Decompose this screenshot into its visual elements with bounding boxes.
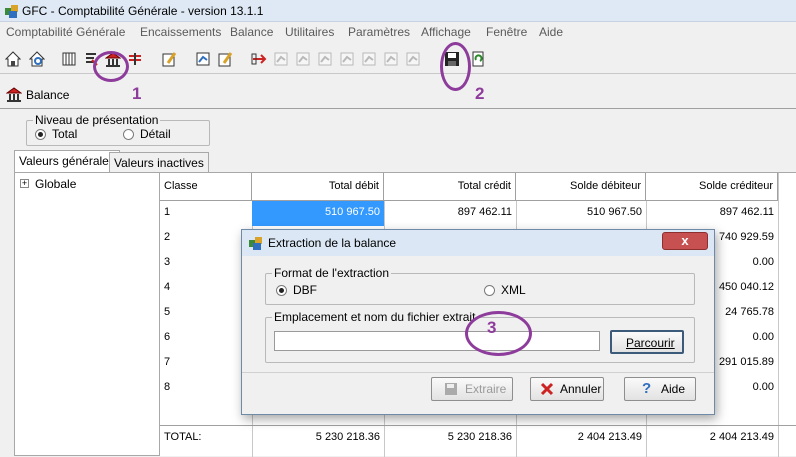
total-row-total-credit: 5 230 218.36	[447, 431, 512, 443]
menu-aide[interactable]: Aide	[539, 25, 563, 39]
menu-encaissements[interactable]: Encaissements	[140, 25, 221, 39]
report-2-icon[interactable]	[292, 48, 314, 70]
column-header-total-debit[interactable]: Total débit	[252, 173, 384, 201]
column-header-classe[interactable]: Classe	[160, 173, 252, 201]
annotation-circle-2	[440, 42, 471, 91]
presentation-level-group: Niveau de présentation Total Détail	[26, 113, 210, 146]
table-row-1-classe[interactable]: 1	[160, 201, 252, 226]
total-radio[interactable]	[35, 129, 46, 140]
annotation-circle-3	[465, 311, 532, 356]
table-row-1-solde-crediteur[interactable]: 897 462.11	[646, 201, 778, 226]
total-row-solde-debiteur: 2 404 213.49	[577, 431, 642, 443]
file-path-input[interactable]	[274, 331, 600, 351]
cancel-button[interactable]: Annuler	[530, 377, 604, 401]
dialog-title-bar: Extraction de la balance x	[242, 230, 714, 256]
menu-fenetre[interactable]: Fenêtre	[486, 25, 527, 39]
dbf-radio[interactable]	[276, 285, 287, 296]
total-radio-label: Total	[52, 127, 78, 141]
table-row-1-solde-debiteur[interactable]: 510 967.50	[516, 201, 646, 226]
column-header-solde-debiteur[interactable]: Solde débiteur	[516, 173, 646, 201]
table-row-8-classe[interactable]: 8	[160, 376, 252, 401]
format-group-title: Format de l'extraction	[272, 266, 392, 280]
browse-button[interactable]: Parcourir	[610, 330, 684, 354]
report-icon[interactable]	[192, 48, 214, 70]
menu-balance[interactable]: Balance	[230, 25, 273, 39]
journal-icon[interactable]	[58, 48, 80, 70]
divider	[0, 108, 796, 109]
total-row-solde-crediteur: 2 404 213.49	[709, 431, 774, 443]
path-group-title: Emplacement et nom du fichier extrait	[272, 310, 478, 324]
menu-affichage[interactable]: Affichage	[421, 25, 471, 39]
table-row-7-classe[interactable]: 7	[160, 351, 252, 376]
dialog-app-icon	[248, 235, 264, 254]
report-5-icon[interactable]	[358, 48, 380, 70]
save-icon	[444, 382, 458, 399]
report-3-icon[interactable]	[314, 48, 336, 70]
tree-node-globale[interactable]: Globale	[35, 177, 76, 191]
dialog-title: Extraction de la balance	[268, 236, 397, 250]
report-7-icon[interactable]	[402, 48, 424, 70]
xml-radio[interactable]	[484, 285, 495, 296]
edit-report-icon[interactable]	[214, 48, 236, 70]
column-header-total-credit[interactable]: Total crédit	[384, 173, 516, 201]
table-row-3-classe[interactable]: 3	[160, 251, 252, 276]
detail-radio-label: Détail	[140, 127, 171, 141]
annotation-number-3: 3	[487, 318, 497, 337]
tab-valeurs-inactives[interactable]: Valeurs inactives	[109, 152, 209, 172]
extract-button[interactable]: Extraire	[431, 377, 513, 401]
table-row-4-classe[interactable]: 4	[160, 276, 252, 301]
menu-parametres[interactable]: Paramètres	[348, 25, 410, 39]
title-bar: GFC - Comptabilité Générale - version 13…	[0, 0, 796, 22]
report-1-icon[interactable]	[270, 48, 292, 70]
help-icon: ?	[642, 380, 652, 397]
annotation-number-1: 1	[132, 84, 142, 103]
xml-radio-label: XML	[501, 283, 526, 297]
tab-valeurs-generales[interactable]: Valeurs générales	[14, 150, 120, 172]
presentation-level-title: Niveau de présentation	[33, 113, 161, 127]
expand-icon[interactable]: +	[20, 179, 29, 188]
edit-document-icon[interactable]	[158, 48, 180, 70]
search-document-icon[interactable]	[26, 48, 48, 70]
annotation-circle-1	[93, 51, 129, 82]
table-row-6-classe[interactable]: 6	[160, 326, 252, 351]
cancel-x-icon	[540, 382, 554, 399]
table-row-5-classe[interactable]: 5	[160, 301, 252, 326]
panel-title: Balance	[26, 88, 70, 102]
home-icon[interactable]	[2, 48, 24, 70]
tree-view: + Globale	[14, 172, 160, 456]
table-row-1-total-credit[interactable]: 897 462.11	[384, 201, 516, 226]
annotation-number-2: 2	[475, 84, 485, 103]
export-icon[interactable]	[248, 48, 270, 70]
detail-radio[interactable]	[123, 129, 134, 140]
window-title: GFC - Comptabilité Générale - version 13…	[22, 4, 264, 18]
table-row-1-total-debit[interactable]: 510 967.50	[252, 201, 384, 226]
total-row-total-debit: 5 230 218.36	[315, 431, 380, 443]
column-header-solde-crediteur[interactable]: Solde créditeur	[646, 173, 778, 201]
dbf-radio-label: DBF	[293, 283, 317, 297]
report-4-icon[interactable]	[336, 48, 358, 70]
close-button[interactable]: x	[662, 232, 708, 250]
menu-bar: Comptabilité Générale Encaissements Bala…	[0, 22, 796, 42]
table-row-2-classe[interactable]: 2	[160, 226, 252, 251]
format-group: Format de l'extraction DBF XML	[265, 266, 695, 305]
balance-panel-icon	[5, 86, 23, 105]
report-6-icon[interactable]	[380, 48, 402, 70]
total-row-label: TOTAL:	[164, 431, 202, 443]
menu-comptabilite-generale[interactable]: Comptabilité Générale	[6, 25, 125, 39]
menu-utilitaires[interactable]: Utilitaires	[285, 25, 334, 39]
app-icon	[4, 3, 20, 19]
help-button[interactable]: ? Aide	[624, 377, 696, 401]
